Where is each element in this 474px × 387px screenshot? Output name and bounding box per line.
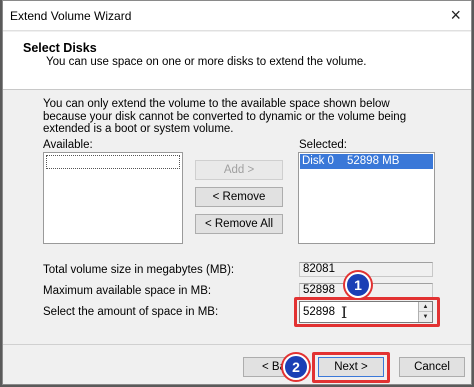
- amount-label: Select the amount of space in MB:: [43, 306, 219, 318]
- intro-text: You can only extend the volume to the av…: [43, 98, 407, 135]
- selected-listbox[interactable]: Disk 0 52898 MB: [298, 152, 435, 244]
- available-label: Available:: [43, 139, 93, 151]
- close-icon[interactable]: ×: [450, 5, 461, 25]
- extend-volume-wizard-window: Extend Volume Wizard × Select Disks You …: [2, 0, 472, 385]
- add-button[interactable]: Add >: [195, 160, 283, 180]
- footer-divider: [3, 344, 471, 345]
- title-bar: Extend Volume Wizard ×: [3, 1, 471, 31]
- step-badge-1: 1: [345, 272, 371, 298]
- wizard-header: Select Disks You can use space on one or…: [3, 32, 471, 90]
- selected-label: Selected:: [299, 139, 347, 151]
- list-focus-rect: [46, 155, 180, 169]
- window-title: Extend Volume Wizard: [10, 9, 132, 23]
- highlight-box-amount: [294, 297, 440, 327]
- list-item[interactable]: Disk 0 52898 MB: [300, 154, 433, 169]
- available-listbox[interactable]: [43, 152, 183, 244]
- disk-size: 52898 MB: [347, 155, 400, 167]
- page-subtitle: You can use space on one or more disks t…: [46, 56, 367, 68]
- max-space-label: Maximum available space in MB:: [43, 285, 212, 297]
- remove-all-button[interactable]: < Remove All: [195, 214, 283, 234]
- step-badge-2: 2: [283, 354, 309, 380]
- highlight-box-next: [312, 352, 390, 383]
- page-title: Select Disks: [23, 41, 97, 55]
- remove-button[interactable]: < Remove: [195, 187, 283, 207]
- cancel-button[interactable]: Cancel: [399, 357, 465, 377]
- total-size-label: Total volume size in megabytes (MB):: [43, 264, 235, 276]
- disk-name: Disk 0: [302, 155, 334, 167]
